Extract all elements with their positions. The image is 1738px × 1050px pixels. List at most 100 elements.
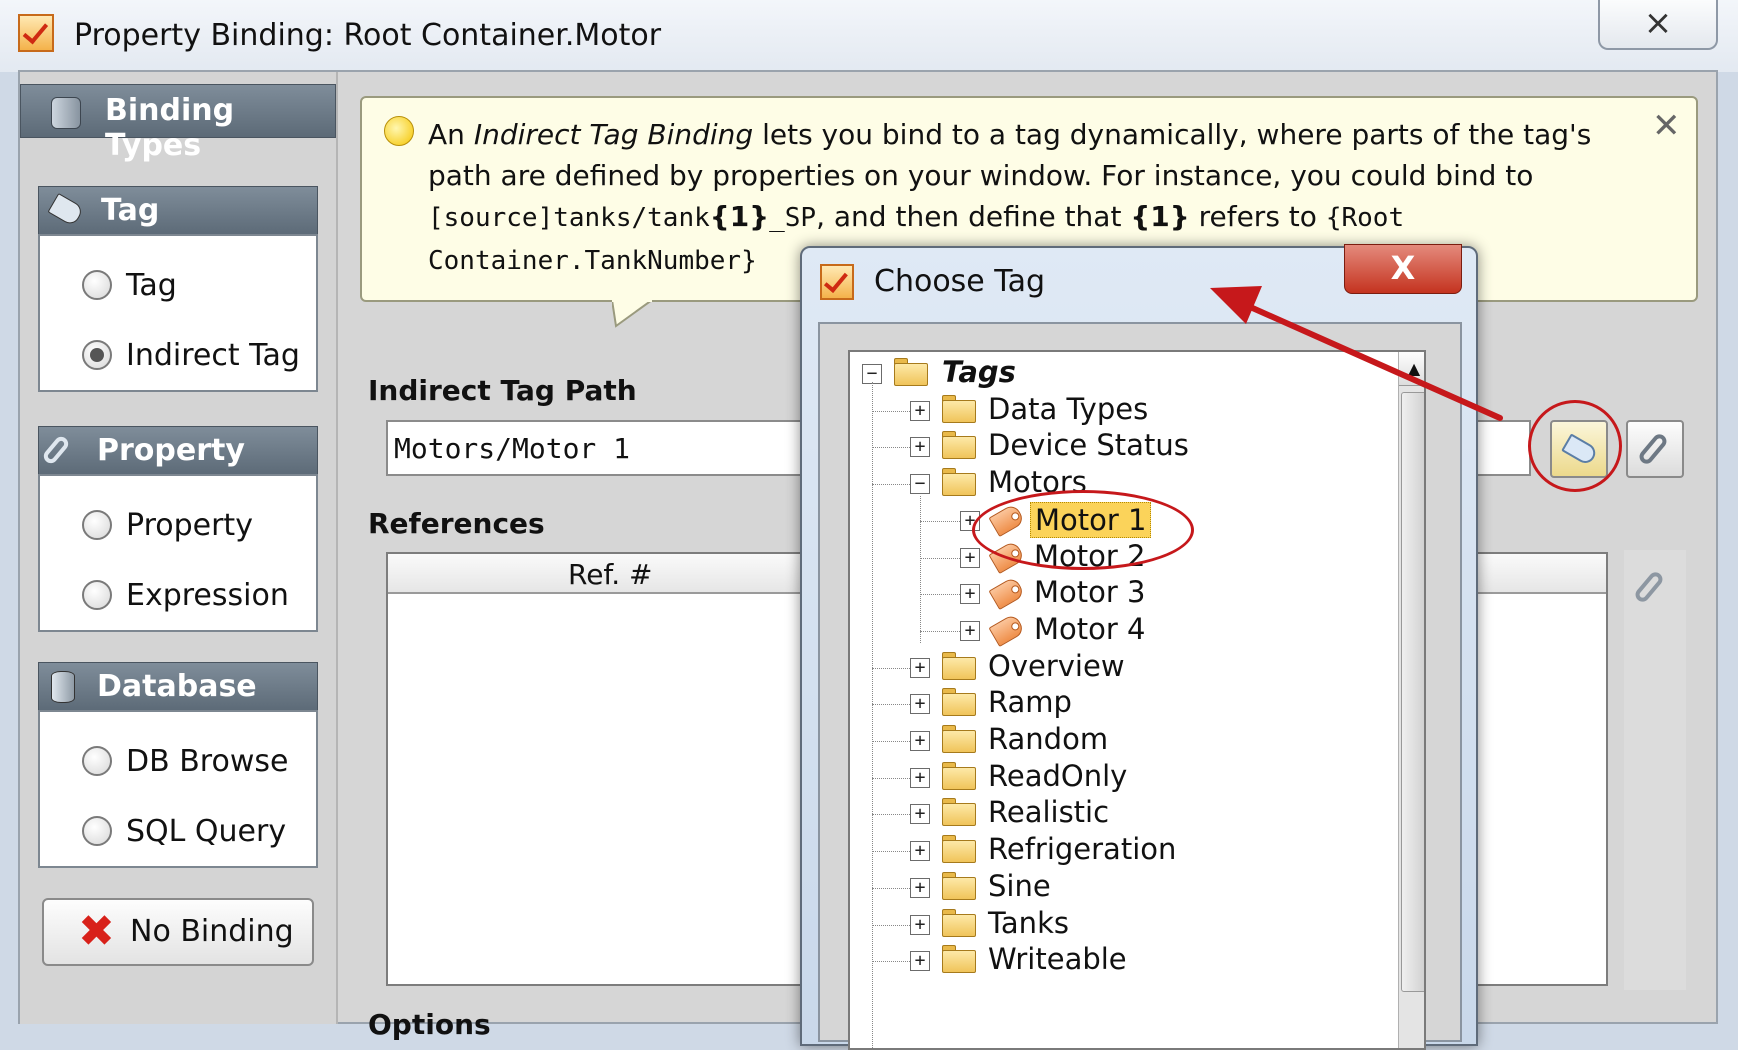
folder-body bbox=[942, 803, 976, 827]
tag-group: Tag Indirect Tag bbox=[38, 234, 318, 392]
tree-node[interactable]: Ramp bbox=[988, 685, 1072, 719]
folder-icon bbox=[942, 871, 976, 900]
tree-expander[interactable]: + bbox=[960, 620, 980, 641]
tree-node[interactable]: ReadOnly bbox=[988, 759, 1127, 793]
expression-radio[interactable] bbox=[82, 580, 112, 610]
folder-icon bbox=[942, 431, 976, 460]
ref-column-header[interactable]: Ref. # bbox=[568, 558, 653, 591]
folder-icon bbox=[942, 908, 976, 937]
lightbulb-icon bbox=[384, 116, 414, 146]
no-binding-label: No Binding bbox=[130, 914, 294, 949]
binding-types-header: Binding Types bbox=[20, 84, 336, 163]
db-browse-radio[interactable] bbox=[82, 746, 112, 776]
delete-x-icon: ✖ bbox=[78, 906, 115, 957]
folder-icon bbox=[942, 945, 976, 974]
tag-icon bbox=[988, 576, 1026, 611]
tree-expander[interactable]: + bbox=[910, 804, 930, 825]
property-radio-label[interactable]: Property bbox=[126, 508, 253, 543]
window-title: Property Binding: Root Container.Motor bbox=[74, 18, 662, 53]
tree-node[interactable]: Overview bbox=[988, 649, 1125, 683]
folder-body bbox=[942, 876, 976, 900]
sql-query-radio[interactable] bbox=[82, 816, 112, 846]
window-close-button[interactable]: ⨯ bbox=[1598, 0, 1718, 50]
property-icon bbox=[40, 434, 72, 466]
tag-radio-label[interactable]: Tag bbox=[126, 268, 177, 303]
db-browse-radio-label[interactable]: DB Browse bbox=[126, 744, 288, 779]
annotation-arrow bbox=[1210, 286, 1503, 421]
tag-radio[interactable] bbox=[82, 270, 112, 300]
expression-radio-label[interactable]: Expression bbox=[126, 578, 289, 613]
folder-body bbox=[942, 436, 976, 460]
indirect-tag-radio-label[interactable]: Indirect Tag bbox=[126, 338, 300, 373]
info-balloon-tail bbox=[612, 300, 652, 328]
tree-expander[interactable]: + bbox=[910, 841, 930, 862]
folder-icon bbox=[942, 468, 976, 497]
tree-node[interactable]: Refrigeration bbox=[988, 832, 1176, 866]
tree-expander[interactable]: + bbox=[960, 547, 980, 568]
link-icon[interactable] bbox=[1632, 569, 1666, 605]
close-icon[interactable]: ✕ bbox=[1652, 106, 1681, 146]
folder-icon bbox=[942, 651, 976, 680]
tree-node[interactable]: Realistic bbox=[988, 795, 1109, 829]
tree-expander[interactable]: + bbox=[910, 400, 930, 421]
tree-expander[interactable]: + bbox=[910, 914, 930, 935]
tree-node[interactable]: Device Status bbox=[988, 428, 1189, 462]
app-icon bbox=[820, 264, 854, 300]
tree-expander[interactable]: + bbox=[910, 877, 930, 898]
tree-node-motor-4[interactable]: Motor 4 bbox=[1034, 612, 1145, 646]
folder-icon bbox=[942, 688, 976, 717]
database-group-header: Database bbox=[38, 662, 318, 712]
annotation-circle-browse-button bbox=[1528, 400, 1622, 492]
close-icon: ⨯ bbox=[1643, 3, 1673, 43]
folder-body bbox=[942, 693, 976, 717]
tree-node-motor-3[interactable]: Motor 3 bbox=[1034, 575, 1145, 609]
tree-guide-line bbox=[920, 496, 921, 643]
tree-expander[interactable]: + bbox=[910, 951, 930, 972]
link-property-button[interactable] bbox=[1626, 420, 1684, 478]
tree-expander[interactable]: + bbox=[910, 657, 930, 678]
folder-body bbox=[942, 913, 976, 937]
folder-body bbox=[942, 950, 976, 974]
binding-types-title: Binding Types bbox=[105, 93, 235, 163]
options-label: Options bbox=[368, 1008, 491, 1041]
tree-expander[interactable]: + bbox=[910, 731, 930, 751]
folder-body bbox=[942, 656, 976, 680]
folder-body bbox=[942, 399, 976, 423]
property-group: Property Expression bbox=[38, 474, 318, 632]
tree-node-root[interactable]: Tags bbox=[942, 355, 1016, 389]
tag-tree[interactable]: ▲ − Tags + Data Types + Device Status − Motors +… bbox=[848, 350, 1426, 1050]
property-group-title: Property bbox=[97, 433, 245, 468]
choose-tag-content: ▲ − Tags + Data Types + Device Status − Motors +… bbox=[818, 322, 1462, 1050]
tree-expander[interactable]: − bbox=[910, 474, 930, 495]
database-group-title: Database bbox=[97, 669, 257, 704]
tree-node[interactable]: Tanks bbox=[988, 906, 1069, 940]
folder-icon bbox=[942, 394, 976, 423]
tree-expander[interactable]: + bbox=[910, 437, 930, 458]
tree-scrollbar[interactable]: ▲ bbox=[1398, 352, 1424, 1048]
tree-expander[interactable]: + bbox=[910, 767, 930, 788]
tree-expander[interactable]: + bbox=[910, 694, 930, 715]
choose-tag-title: Choose Tag bbox=[874, 264, 1046, 299]
scroll-thumb[interactable] bbox=[1401, 392, 1424, 992]
folder-body bbox=[894, 363, 928, 386]
tree-expander-root[interactable]: − bbox=[862, 364, 882, 384]
folder-icon bbox=[942, 798, 976, 827]
folder-body bbox=[942, 730, 976, 753]
folder-body bbox=[942, 840, 976, 864]
database-group: DB Browse SQL Query bbox=[38, 710, 318, 868]
annotation-circle-motor-1 bbox=[972, 490, 1194, 570]
tree-node[interactable]: Writeable bbox=[988, 942, 1127, 976]
tree-node[interactable]: Random bbox=[988, 722, 1108, 756]
tree-expander[interactable]: + bbox=[960, 584, 980, 605]
sql-query-radio-label[interactable]: SQL Query bbox=[126, 814, 286, 849]
property-radio[interactable] bbox=[82, 510, 112, 540]
tag-group-title: Tag bbox=[101, 193, 160, 228]
no-binding-button[interactable]: ✖ No Binding bbox=[42, 898, 314, 966]
window-title-bar: Property Binding: Root Container.Motor bbox=[0, 0, 1738, 72]
tree-node[interactable]: Data Types bbox=[988, 392, 1148, 426]
app-icon bbox=[18, 14, 54, 52]
tag-icon bbox=[47, 192, 85, 228]
indirect-tag-radio[interactable] bbox=[82, 340, 112, 370]
tree-node[interactable]: Sine bbox=[988, 869, 1051, 903]
folder-icon bbox=[894, 358, 928, 386]
